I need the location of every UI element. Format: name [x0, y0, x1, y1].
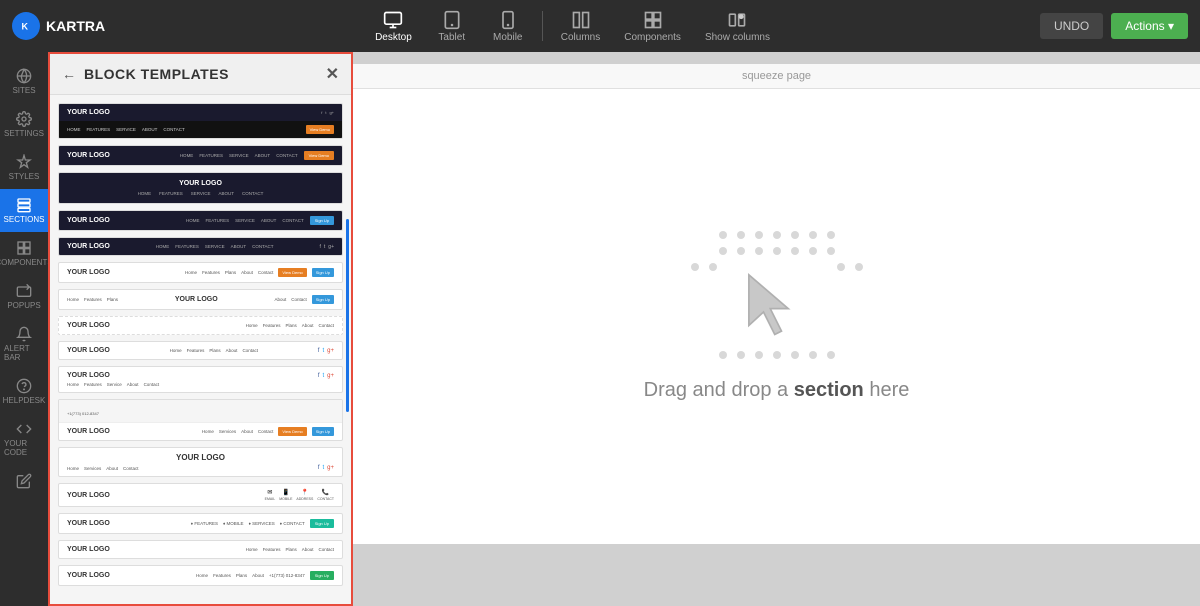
sidebar-item-components[interactable]: COMPONENTS — [0, 232, 48, 275]
scroll-indicator[interactable] — [346, 219, 349, 412]
sidebar-item-edit[interactable] — [0, 465, 48, 497]
template-5[interactable]: YOUR LOGO HOME FEATURES SERVICE ABOUT CO… — [58, 237, 343, 256]
columns-btn[interactable]: Columns — [551, 6, 610, 47]
drop-decoration — [691, 231, 863, 359]
drop-text: Drag and drop a section here — [644, 379, 910, 402]
template-13[interactable]: YOUR LOGO ✉ EMAIL 📱 MOBILE 📍 ADDRESS — [58, 483, 343, 507]
sidebar-label-sections: SECTIONS — [4, 215, 45, 224]
template-9[interactable]: YOUR LOGO Home Features Plans About Cont… — [58, 341, 343, 360]
sidebar-label-helpdesk: HELPDESK — [3, 396, 46, 405]
sidebar-label-yourcode: YOUR CODE — [4, 439, 44, 457]
template-2[interactable]: YOUR LOGO HOME FEATURES SERVICE ABOUT CO… — [58, 145, 343, 166]
template-3[interactable]: YOUR LOGO HOME FEATURES SERVICE ABOUT CO… — [58, 172, 343, 204]
top-toolbar: K KARTRA Desktop Tablet Mobile — [0, 0, 1200, 52]
block-templates-panel: ← BLOCK TEMPLATES ✕ YOUR LOGO f t g+ HOM… — [48, 52, 353, 606]
template-1[interactable]: YOUR LOGO f t g+ HOME FEATURES SERVICE A… — [58, 103, 343, 139]
show-columns-btn[interactable]: Show columns — [695, 6, 780, 47]
app-name: KARTRA — [46, 18, 105, 34]
sidebar-label-alertbar: ALERT BAR — [4, 344, 44, 362]
sidebar-label-sites: SITES — [12, 86, 35, 95]
template-15[interactable]: YOUR LOGO Home Features Plans About Cont… — [58, 540, 343, 559]
sidebar-item-helpdesk[interactable]: HELPDESK — [0, 370, 48, 413]
sidebar-item-settings[interactable]: SETTINGS — [0, 103, 48, 146]
tablet-view-btn[interactable]: Tablet — [426, 6, 478, 47]
desktop-view-btn[interactable]: Desktop — [365, 6, 422, 47]
template-8[interactable]: YOUR LOGO Home Features Plans About Cont… — [58, 316, 343, 335]
template-7[interactable]: Home Features Plans YOUR LOGO About Cont… — [58, 289, 343, 310]
sidebar-item-alertbar[interactable]: ALERT BAR — [0, 318, 48, 370]
sidebar-item-sites[interactable]: SITES — [0, 60, 48, 103]
template-14[interactable]: YOUR LOGO ♦ FEATURES ♦ MOBILE ♦ SERVICES… — [58, 513, 343, 534]
components-btn[interactable]: Components — [614, 6, 691, 47]
canvas-drop-zone[interactable]: Drag and drop a section here — [353, 89, 1200, 544]
template-16[interactable]: YOUR LOGO Home Features Plans About +1(7… — [58, 565, 343, 586]
canvas-area: squeeze page — [353, 52, 1200, 606]
template-11[interactable]: +1(773) 012-8347 YOUR LOGO Home Services… — [58, 399, 343, 441]
toolbar-right: UNDO Actions ▾ — [1040, 13, 1188, 39]
sidebar-item-popups[interactable]: POPUPS — [0, 275, 48, 318]
app-logo: K KARTRA — [12, 12, 105, 40]
logo-icon: K — [12, 12, 40, 40]
main-content: SITES SETTINGS STYLES SECTIONS — [0, 52, 1200, 606]
sidebar-item-styles[interactable]: STYLES — [0, 146, 48, 189]
view-controls: Desktop Tablet Mobile Columns — [365, 6, 780, 47]
panel-header: ← BLOCK TEMPLATES ✕ — [50, 54, 351, 95]
panel-title: BLOCK TEMPLATES — [84, 66, 318, 82]
sidebar-label-settings: SETTINGS — [4, 129, 44, 138]
canvas-page: squeeze page — [353, 64, 1200, 544]
template-list: YOUR LOGO f t g+ HOME FEATURES SERVICE A… — [50, 95, 351, 604]
sidebar-item-sections[interactable]: SECTIONS — [0, 189, 48, 232]
panel-close-button[interactable]: ✕ — [326, 64, 339, 84]
sidebar-icons: SITES SETTINGS STYLES SECTIONS — [0, 52, 48, 606]
sidebar-item-yourcode[interactable]: YOUR CODE — [0, 413, 48, 465]
sidebar-label-styles: STYLES — [9, 172, 40, 181]
mobile-view-btn[interactable]: Mobile — [482, 6, 534, 47]
template-4[interactable]: YOUR LOGO HOME FEATURES SERVICE ABOUT CO… — [58, 210, 343, 231]
template-6[interactable]: YOUR LOGO Home Features Plans About Cont… — [58, 262, 343, 283]
undo-button[interactable]: UNDO — [1040, 13, 1103, 39]
sidebar-label-popups: POPUPS — [7, 301, 40, 310]
actions-button[interactable]: Actions ▾ — [1111, 13, 1188, 39]
svg-text:K: K — [22, 22, 29, 32]
template-10[interactable]: YOUR LOGO f t g+ Home Features Service A… — [58, 366, 343, 393]
canvas-header: squeeze page — [353, 64, 1200, 89]
panel-back-button[interactable]: ← — [62, 66, 76, 82]
template-12[interactable]: YOUR LOGO Home Services About Contact f … — [58, 447, 343, 477]
sidebar-label-components: COMPONENTS — [0, 258, 53, 267]
